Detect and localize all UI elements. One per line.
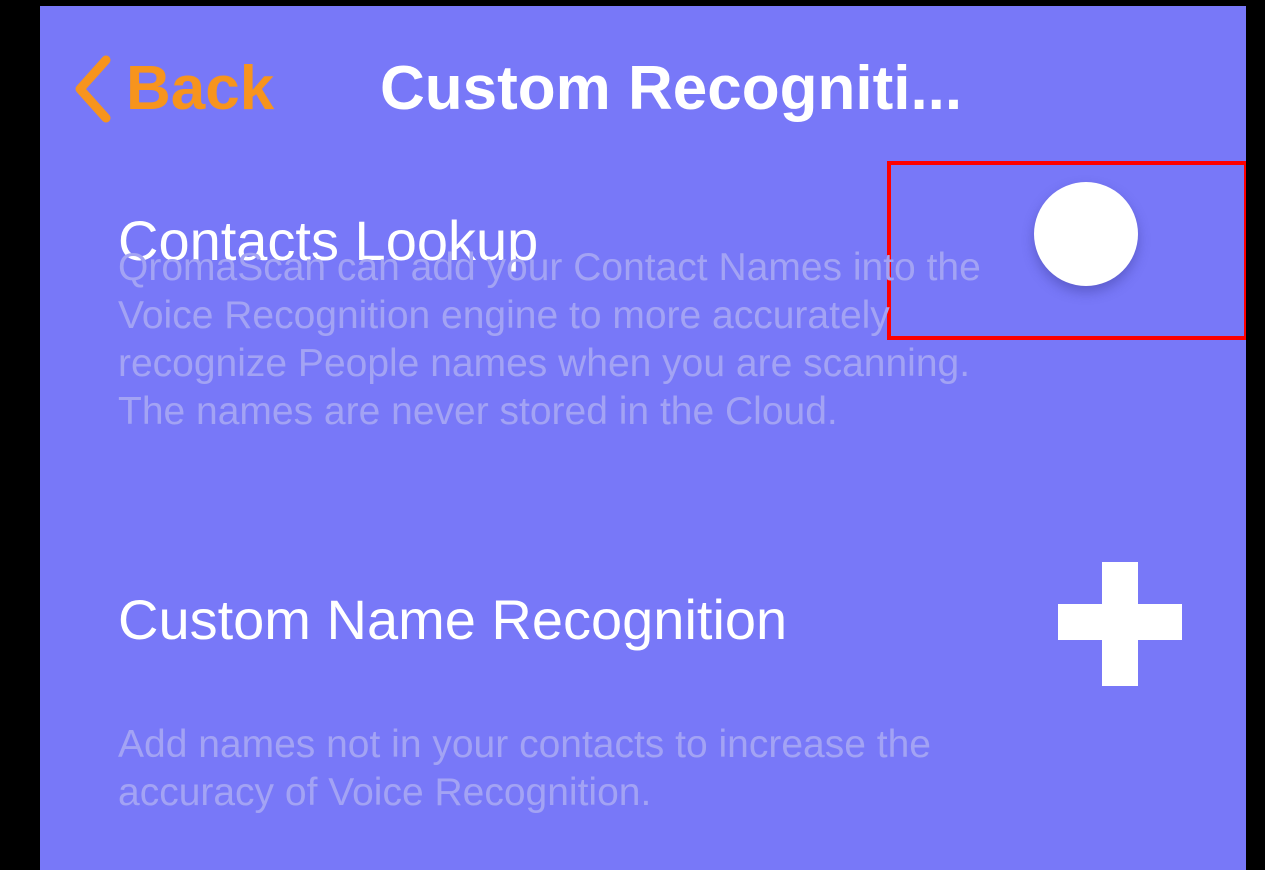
settings-screen: Back Custom Recogniti... Contacts Lookup… — [40, 6, 1246, 870]
navigation-bar: Back Custom Recogniti... — [40, 6, 1246, 156]
description-line: Add names not in your contacts to increa… — [118, 723, 931, 766]
back-label: Back — [126, 54, 275, 123]
custom-name-recognition-title: Custom Name Recognition — [118, 588, 788, 651]
contacts-lookup-description: QromaScan can add your Contact Names int… — [118, 244, 1158, 436]
description-line: Voice Recognition engine to more accurat… — [118, 294, 890, 337]
description-line: The names are never stored in the Cloud. — [118, 390, 838, 433]
page-title: Custom Recogniti... — [380, 54, 963, 123]
custom-name-description: Add names not in your contacts to increa… — [118, 721, 1158, 817]
description-line: QromaScan can add your Contact Names int… — [118, 246, 981, 289]
back-button[interactable]: Back — [70, 54, 274, 124]
add-name-button[interactable] — [1058, 562, 1182, 686]
chevron-left-icon — [75, 55, 111, 123]
description-line: accuracy of Voice Recognition. — [118, 771, 652, 814]
description-line: recognize People names when you are scan… — [118, 342, 971, 385]
